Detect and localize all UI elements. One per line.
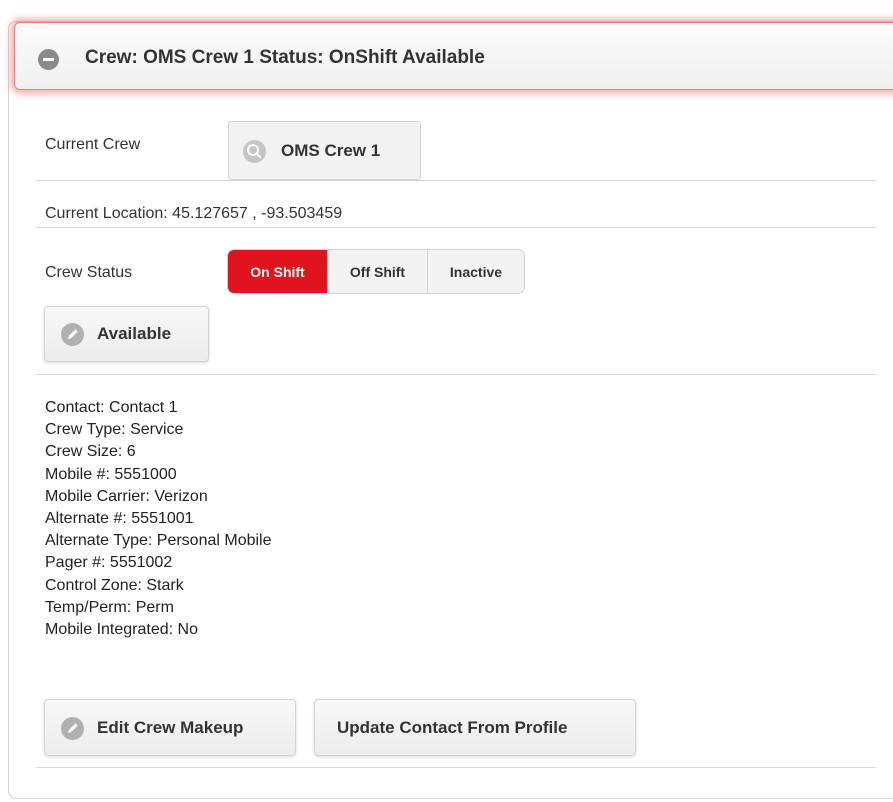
detail-crew-type: Crew Type: Service <box>45 421 184 439</box>
divider <box>36 227 876 228</box>
edit-crew-makeup-label: Edit Crew Makeup <box>97 718 244 737</box>
detail-contact: Contact: Contact 1 <box>45 399 178 416</box>
crew-status-option-off-shift[interactable]: Off Shift <box>328 250 428 293</box>
update-contact-from-profile-button[interactable]: Update Contact From Profile <box>314 699 636 756</box>
detail-pager-number: Pager #: 5551002 <box>45 554 173 572</box>
current-location-text: Current Location: 45.127657 , -93.503459 <box>45 205 343 222</box>
detail-temp-perm: Temp/Perm: Perm <box>45 598 174 616</box>
divider <box>36 767 876 768</box>
detail-alternate-type: Alternate Type: Personal Mobile <box>45 532 272 550</box>
edit-pencil-icon <box>61 323 84 346</box>
detail-mobile-carrier: Mobile Carrier: Verizon <box>45 487 208 505</box>
crew-details: Contact: Contact 1 Crew Type: Service Cr… <box>45 397 272 641</box>
current-crew-label: Current Crew <box>45 136 141 153</box>
crew-status-option-inactive[interactable]: Inactive <box>428 250 524 293</box>
detail-crew-size: Crew Size: 6 <box>45 443 136 461</box>
collapse-minus-icon[interactable] <box>38 49 59 70</box>
availability-label: Available <box>97 324 172 343</box>
divider <box>36 180 876 181</box>
crew-panel-title: Crew: OMS Crew 1 Status: OnShift Availab… <box>85 47 485 68</box>
search-icon <box>243 140 266 163</box>
current-crew-button[interactable]: OMS Crew 1 <box>228 121 421 180</box>
detail-mobile-number: Mobile #: 5551000 <box>45 465 177 483</box>
divider <box>36 374 876 375</box>
edit-crew-makeup-button[interactable]: Edit Crew Makeup <box>44 699 296 756</box>
crew-status-option-on-shift[interactable]: On Shift <box>228 250 328 293</box>
update-contact-label: Update Contact From Profile <box>337 718 568 737</box>
crew-status-segmented-control: On Shift Off Shift Inactive <box>227 249 525 294</box>
crew-status-label: Crew Status <box>45 264 133 281</box>
detail-control-zone: Control Zone: Stark <box>45 576 184 594</box>
current-crew-value: OMS Crew 1 <box>281 141 381 160</box>
detail-mobile-integrated: Mobile Integrated: No <box>45 621 198 639</box>
availability-button[interactable]: Available <box>44 306 209 362</box>
edit-pencil-icon <box>61 717 84 740</box>
detail-alternate-number: Alternate #: 5551001 <box>45 510 194 528</box>
crew-panel-header[interactable]: Crew: OMS Crew 1 Status: OnShift Availab… <box>14 22 893 90</box>
